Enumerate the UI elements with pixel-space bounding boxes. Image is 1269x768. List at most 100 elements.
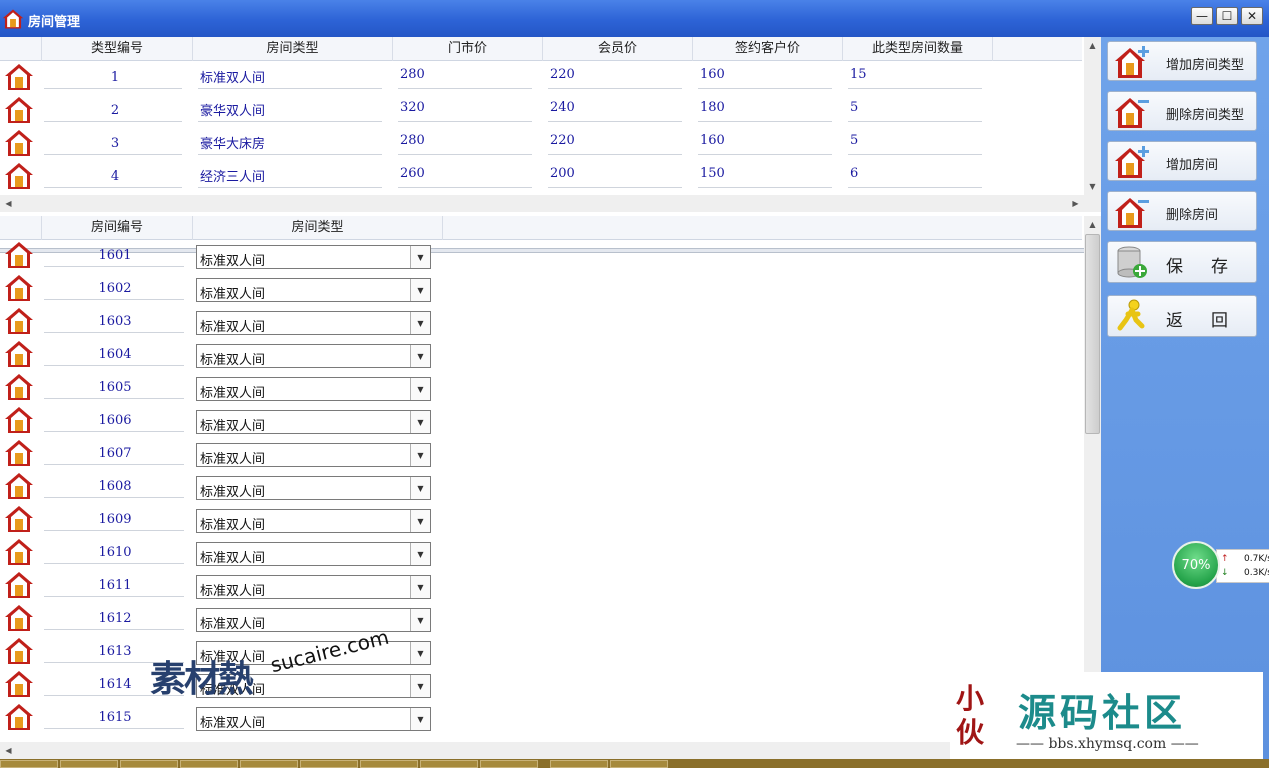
chevron-down-icon[interactable]: ▼: [410, 642, 430, 664]
chevron-down-icon[interactable]: ▼: [410, 246, 430, 268]
table-cell[interactable]: 15: [850, 67, 984, 82]
room-number-cell[interactable]: 1610: [46, 545, 184, 560]
taskbar-item[interactable]: [420, 760, 478, 768]
chevron-down-icon[interactable]: ▼: [410, 279, 430, 301]
taskbar-item[interactable]: [300, 760, 358, 768]
network-monitor-widget[interactable]: ↑ 0.7K/s ↓ 0.3K/s 70%: [1172, 541, 1269, 589]
scroll-up-icon[interactable]: ▲: [1084, 216, 1101, 233]
table-cell[interactable]: 280: [400, 133, 534, 148]
table-cell[interactable]: 4: [46, 169, 184, 184]
column-header[interactable]: 类型编号: [42, 37, 193, 61]
maximize-button[interactable]: ☐: [1216, 7, 1238, 25]
chevron-down-icon[interactable]: ▼: [410, 609, 430, 631]
chevron-down-icon[interactable]: ▼: [410, 444, 430, 466]
chevron-down-icon[interactable]: ▼: [410, 675, 430, 697]
taskbar-item[interactable]: [120, 760, 178, 768]
room-type-select[interactable]: 标准双人间 ▼: [196, 608, 431, 632]
save-button[interactable]: 保存: [1107, 241, 1257, 283]
close-button[interactable]: ✕: [1241, 7, 1263, 25]
room-number-cell[interactable]: 1601: [46, 248, 184, 263]
chevron-down-icon[interactable]: ▼: [410, 345, 430, 367]
column-header[interactable]: 房间编号: [42, 216, 193, 240]
column-header[interactable]: 会员价: [543, 37, 693, 61]
chevron-down-icon[interactable]: ▼: [410, 576, 430, 598]
room-number-cell[interactable]: 1602: [46, 281, 184, 296]
room-number-cell[interactable]: 1604: [46, 347, 184, 362]
room-number-cell[interactable]: 1607: [46, 446, 184, 461]
chevron-down-icon[interactable]: ▼: [410, 312, 430, 334]
table-cell[interactable]: 豪华双人间: [200, 100, 384, 119]
chevron-down-icon[interactable]: ▼: [410, 477, 430, 499]
room-type-select[interactable]: 标准双人间 ▼: [196, 707, 431, 731]
table-cell[interactable]: 经济三人间: [200, 166, 384, 185]
add-room-type-button[interactable]: 增加房间类型: [1107, 41, 1257, 81]
room-type-select[interactable]: 标准双人间 ▼: [196, 476, 431, 500]
table-cell[interactable]: 260: [400, 166, 534, 181]
table-cell[interactable]: 标准双人间: [200, 67, 384, 86]
taskbar-item[interactable]: [550, 760, 608, 768]
room-number-cell[interactable]: 1615: [46, 710, 184, 725]
scroll-left-icon[interactable]: ◀: [0, 195, 17, 212]
scroll-thumb[interactable]: [1085, 234, 1100, 434]
scroll-up-icon[interactable]: ▲: [1084, 37, 1101, 54]
room-type-select[interactable]: 标准双人间 ▼: [196, 575, 431, 599]
scroll-down-icon[interactable]: ▼: [1084, 178, 1101, 195]
taskbar-item[interactable]: [360, 760, 418, 768]
room-type-select[interactable]: 标准双人间 ▼: [196, 278, 431, 302]
room-type-select[interactable]: 标准双人间 ▼: [196, 410, 431, 434]
room-type-select[interactable]: 标准双人间 ▼: [196, 509, 431, 533]
room-type-select[interactable]: 标准双人间 ▼: [196, 311, 431, 335]
room-type-select[interactable]: 标准双人间 ▼: [196, 344, 431, 368]
chevron-down-icon[interactable]: ▼: [410, 411, 430, 433]
scroll-right-icon[interactable]: ▶: [1067, 195, 1084, 212]
column-header[interactable]: 房间类型: [193, 37, 393, 61]
table-cell[interactable]: 豪华大床房: [200, 133, 384, 152]
rooms-hscrollbar[interactable]: ◀: [0, 742, 1101, 759]
taskbar-item[interactable]: [180, 760, 238, 768]
room-type-select[interactable]: 标准双人间 ▼: [196, 245, 431, 269]
taskbar-item[interactable]: [0, 760, 58, 768]
back-button[interactable]: 返回: [1107, 295, 1257, 337]
table-cell[interactable]: 160: [700, 133, 834, 148]
room-types-vscrollbar[interactable]: ▲ ▼: [1084, 37, 1101, 195]
table-cell[interactable]: 150: [700, 166, 834, 181]
table-cell[interactable]: 2: [46, 103, 184, 118]
table-cell[interactable]: 200: [550, 166, 684, 181]
table-cell[interactable]: 6: [850, 166, 984, 181]
delete-room-type-button[interactable]: 删除房间类型: [1107, 91, 1257, 131]
table-cell[interactable]: 320: [400, 100, 534, 115]
room-number-cell[interactable]: 1608: [46, 479, 184, 494]
table-cell[interactable]: 5: [850, 133, 984, 148]
chevron-down-icon[interactable]: ▼: [410, 378, 430, 400]
room-number-cell[interactable]: 1603: [46, 314, 184, 329]
table-cell[interactable]: 160: [700, 67, 834, 82]
minimize-button[interactable]: —: [1191, 7, 1213, 25]
table-cell[interactable]: 3: [46, 136, 184, 151]
room-number-cell[interactable]: 1605: [46, 380, 184, 395]
memory-usage-circle[interactable]: 70%: [1172, 541, 1220, 589]
room-number-cell[interactable]: 1609: [46, 512, 184, 527]
table-cell[interactable]: 1: [46, 70, 184, 85]
table-cell[interactable]: 240: [550, 100, 684, 115]
taskbar-item[interactable]: [60, 760, 118, 768]
column-header[interactable]: 门市价: [393, 37, 543, 61]
rooms-vscrollbar[interactable]: ▲: [1084, 216, 1101, 742]
chevron-down-icon[interactable]: ▼: [410, 708, 430, 730]
chevron-down-icon[interactable]: ▼: [410, 543, 430, 565]
room-types-hscrollbar[interactable]: ◀ ▶: [0, 195, 1101, 212]
room-type-select[interactable]: 标准双人间 ▼: [196, 443, 431, 467]
column-header[interactable]: 此类型房间数量: [843, 37, 993, 61]
column-header[interactable]: 签约客户价: [693, 37, 843, 61]
table-cell[interactable]: 5: [850, 100, 984, 115]
add-room-button[interactable]: 增加房间: [1107, 141, 1257, 181]
taskbar-item[interactable]: [480, 760, 538, 768]
room-number-cell[interactable]: 1606: [46, 413, 184, 428]
room-type-select[interactable]: 标准双人间 ▼: [196, 542, 431, 566]
column-header[interactable]: 房间类型: [193, 216, 443, 240]
room-number-cell[interactable]: 1612: [46, 611, 184, 626]
scroll-left-icon[interactable]: ◀: [0, 742, 17, 759]
chevron-down-icon[interactable]: ▼: [410, 510, 430, 532]
table-cell[interactable]: 220: [550, 133, 684, 148]
table-cell[interactable]: 220: [550, 67, 684, 82]
taskbar-item[interactable]: [610, 760, 668, 768]
